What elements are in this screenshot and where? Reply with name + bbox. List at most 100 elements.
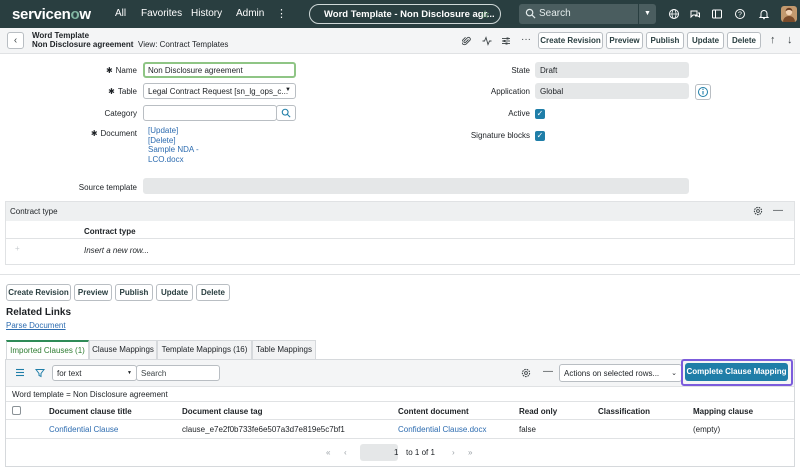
- tab-table-mappings[interactable]: Table Mappings: [252, 340, 316, 359]
- category-input[interactable]: [143, 105, 277, 121]
- required-asterisk-icon: ✱: [105, 66, 113, 75]
- chat-icon[interactable]: [689, 8, 701, 20]
- row-content-document-link[interactable]: Confidential Clause.docx: [398, 425, 487, 434]
- name-label: ✱ Name: [105, 66, 137, 75]
- sidebar-panel-icon[interactable]: [711, 8, 723, 20]
- nav-favorites[interactable]: Favorites: [141, 8, 182, 19]
- back-button[interactable]: ‹: [7, 32, 24, 49]
- svg-text:?: ?: [738, 12, 742, 19]
- actions-on-selected-rows-select[interactable]: Actions on selected rows... ⌄: [559, 364, 682, 382]
- more-menu-icon[interactable]: ⋮: [276, 7, 287, 20]
- more-actions-icon[interactable]: ···: [521, 34, 531, 45]
- state-input: Draft: [535, 62, 689, 78]
- add-row-plus-icon: +: [15, 244, 20, 253]
- caret-down-icon: ▼: [127, 370, 132, 376]
- column-header-mapping-clause[interactable]: Mapping clause: [693, 407, 753, 416]
- global-search[interactable]: Search ▼: [519, 4, 656, 24]
- bottom-create-revision-button[interactable]: Create Revision: [6, 284, 71, 301]
- document-links: [Update] [Delete] Sample NDA - LCO.docx: [148, 126, 199, 164]
- collapse-minus-icon[interactable]: —: [773, 205, 783, 216]
- notifications-bell-icon[interactable]: [758, 8, 770, 20]
- complete-clause-mapping-button[interactable]: Complete Clause Mapping: [685, 363, 788, 381]
- filter-funnel-icon[interactable]: [35, 368, 45, 380]
- favorite-star-icon[interactable]: ☆: [480, 8, 490, 21]
- column-header-classification[interactable]: Classification: [598, 407, 650, 416]
- parse-document-link[interactable]: Parse Document: [6, 321, 66, 330]
- previous-record-arrow-icon[interactable]: ↑: [770, 34, 776, 46]
- gear-icon[interactable]: [753, 206, 763, 218]
- bottom-preview-button[interactable]: Preview: [74, 284, 112, 301]
- settings-sliders-icon[interactable]: [501, 36, 511, 49]
- row-read-only: false: [519, 425, 536, 434]
- document-update-link[interactable]: [Update]: [148, 126, 199, 136]
- state-label: State: [511, 66, 530, 75]
- document-label: ✱ Document: [90, 129, 137, 138]
- nav-history[interactable]: History: [191, 8, 222, 19]
- search-field-select[interactable]: for text ▼: [52, 365, 137, 381]
- application-input: Global: [535, 83, 689, 99]
- column-header-read-only[interactable]: Read only: [519, 407, 557, 416]
- table-label: ✱ Table: [108, 87, 137, 96]
- signature-blocks-checkbox[interactable]: ✓: [535, 131, 545, 141]
- user-avatar[interactable]: [781, 6, 797, 22]
- chevron-down-icon: ⌄: [671, 370, 677, 377]
- select-all-checkbox[interactable]: [12, 406, 21, 415]
- insert-new-row[interactable]: Insert a new row...: [84, 246, 149, 255]
- document-file-link-line1[interactable]: Sample NDA -: [148, 145, 199, 155]
- column-header-document-clause-tag[interactable]: Document clause tag: [182, 407, 262, 416]
- page-number-input[interactable]: 1: [360, 444, 398, 461]
- view-label[interactable]: View: Contract Templates: [138, 40, 228, 49]
- delete-button[interactable]: Delete: [727, 32, 761, 49]
- list-search-input[interactable]: Search: [136, 365, 220, 381]
- next-record-arrow-icon[interactable]: ↓: [787, 34, 793, 46]
- list-menu-icon[interactable]: [15, 368, 25, 379]
- next-page-icon[interactable]: ›: [452, 448, 455, 457]
- attachment-paperclip-icon[interactable]: [461, 36, 471, 49]
- pager-range-text: to 1 of 1: [406, 448, 435, 457]
- column-header-document-clause-title[interactable]: Document clause title: [49, 407, 132, 416]
- contract-type-column-header: Contract type: [84, 227, 136, 236]
- first-page-icon[interactable]: «: [326, 448, 330, 457]
- servicenow-logo[interactable]: servicenow: [12, 6, 91, 23]
- create-revision-button[interactable]: Create Revision: [538, 32, 603, 49]
- divider: [6, 238, 794, 239]
- bottom-publish-button[interactable]: Publish: [115, 284, 153, 301]
- bottom-delete-button[interactable]: Delete: [196, 284, 230, 301]
- previous-page-icon[interactable]: ‹: [344, 448, 347, 457]
- nav-admin[interactable]: Admin: [236, 8, 264, 19]
- activity-pulse-icon[interactable]: [482, 36, 492, 49]
- checkmark-icon: ✓: [536, 109, 544, 118]
- globe-icon[interactable]: [668, 8, 680, 20]
- application-info-button[interactable]: [695, 84, 711, 100]
- record-name-title: Non Disclosure agreement: [32, 40, 134, 49]
- nav-all[interactable]: All: [115, 8, 126, 19]
- list-settings-gear-icon[interactable]: [521, 368, 531, 380]
- last-page-icon[interactable]: »: [468, 448, 472, 457]
- row-document-clause-title-link[interactable]: Confidential Clause: [49, 425, 118, 434]
- preview-button[interactable]: Preview: [606, 32, 643, 49]
- list-collapse-minus-icon[interactable]: —: [543, 366, 553, 377]
- update-button[interactable]: Update: [687, 32, 724, 49]
- record-title-pill[interactable]: Word Template - Non Disclosure agr... ☆: [309, 4, 501, 24]
- tab-template-mappings[interactable]: Template Mappings (16): [157, 340, 252, 359]
- document-file-link-line2[interactable]: LCO.docx: [148, 155, 199, 165]
- tab-imported-clauses[interactable]: Imported Clauses (1): [6, 340, 89, 360]
- signature-blocks-label: Signature blocks: [470, 131, 530, 140]
- source-template-input: [143, 178, 689, 194]
- document-delete-link[interactable]: [Delete]: [148, 136, 199, 146]
- search-scope-dropdown-icon[interactable]: ▼: [638, 4, 656, 24]
- bottom-update-button[interactable]: Update: [156, 284, 193, 301]
- column-header-content-document[interactable]: Content document: [398, 407, 469, 416]
- active-checkbox[interactable]: ✓: [535, 109, 545, 119]
- table-select[interactable]: Legal Contract Request [sn_lg_ops_c... ▼: [143, 83, 296, 99]
- publish-button[interactable]: Publish: [646, 32, 684, 49]
- name-input[interactable]: Non Disclosure agreement: [143, 62, 296, 78]
- filter-breadcrumb[interactable]: Word template = Non Disclosure agreement: [6, 387, 794, 402]
- help-icon[interactable]: ?: [734, 8, 746, 20]
- source-template-label: Source template: [78, 183, 137, 192]
- category-lookup-button[interactable]: [276, 105, 296, 121]
- actions-select-value: Actions on selected rows...: [564, 369, 660, 378]
- contract-type-related-list: Contract type — Contract type + Insert a…: [5, 201, 795, 265]
- tab-clause-mappings[interactable]: Clause Mappings: [89, 340, 157, 359]
- record-type-title: Word Template: [32, 31, 90, 40]
